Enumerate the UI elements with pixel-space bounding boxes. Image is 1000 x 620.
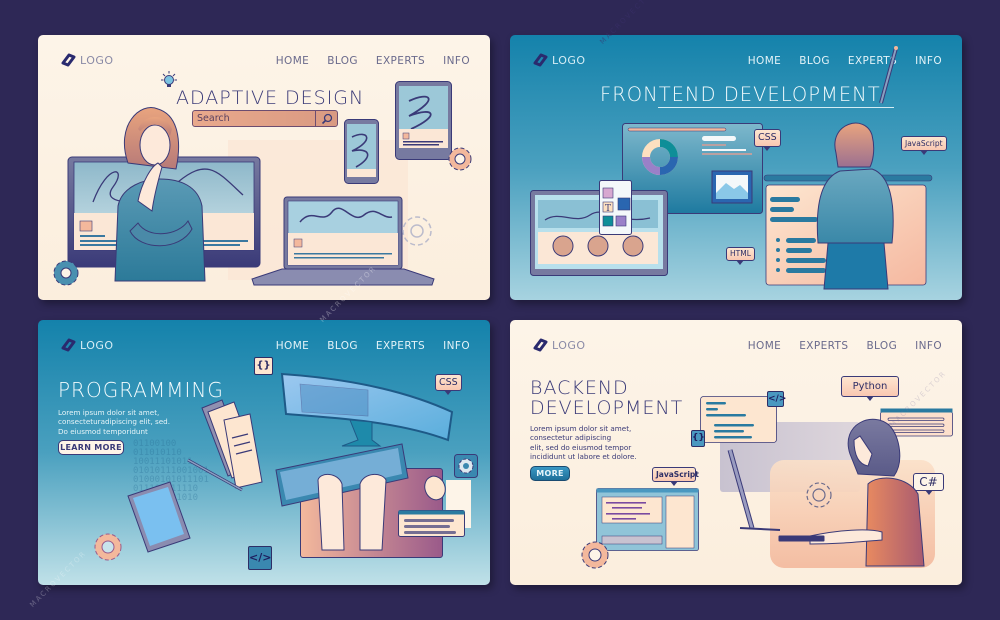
gear-icon (53, 260, 79, 286)
intro-line: incididunt ut labore et dolore. (530, 451, 637, 461)
nav-blog[interactable]: BLOG (327, 340, 358, 352)
pencil-icon (187, 458, 243, 492)
code-window (398, 510, 465, 537)
logo-icon (533, 338, 548, 352)
title-underline (658, 107, 894, 108)
nav-info[interactable]: INFO (443, 340, 470, 352)
nav-menu: HOME BLOG EXPERTS INFO (748, 55, 942, 67)
woman-coding-illustration (809, 418, 925, 567)
search-bar (192, 110, 338, 127)
smartphone (344, 119, 379, 184)
nav-home[interactable]: HOME (748, 55, 781, 67)
nav-menu: HOME BLOG EXPERTS INFO (276, 55, 470, 67)
nav-home[interactable]: HOME (748, 340, 781, 352)
logo-icon (61, 53, 76, 67)
logo-text: LOGO (80, 338, 114, 352)
nav-blog[interactable]: BLOG (799, 55, 830, 67)
panel-programming: LOGO HOME BLOG EXPERTS INFO PROGRAMMING … (38, 320, 490, 585)
monitor-stand (727, 449, 781, 531)
braces-tag: {} (691, 430, 705, 447)
intro-text: Lorem ipsum dolor sit amet, consectetur … (530, 424, 637, 461)
nav-home[interactable]: HOME (276, 340, 309, 352)
javascript-tag: JavaScript (652, 467, 699, 486)
panel-backend-development: LOGO HOME EXPERTS BLOG INFO BACKEND DEVE… (510, 320, 962, 585)
nav-home[interactable]: HOME (276, 55, 309, 67)
title-line: DEVELOPMENT (530, 397, 684, 419)
javascript-tag: JavaScript (901, 136, 947, 155)
gear-icon (94, 533, 122, 561)
logo[interactable]: LOGO (532, 53, 586, 67)
nav-blog[interactable]: BLOG (327, 55, 358, 67)
pencil-icon (879, 46, 898, 104)
intro-text: Lorem ipsum dolor sit amet, consectetura… (58, 408, 170, 436)
html-tag: HTML (726, 247, 755, 265)
keyboard (778, 535, 825, 542)
code-tag: </> (248, 546, 272, 570)
learn-more-button[interactable]: LEARN MORE (58, 440, 124, 455)
search-icon (321, 113, 333, 125)
logo-text: LOGO (80, 53, 114, 67)
title-line: BACKEND (530, 377, 629, 399)
woman-thinking-illustration (114, 107, 206, 282)
search-input[interactable] (197, 112, 312, 125)
braces-tag: {} (254, 357, 273, 375)
nav-experts[interactable]: EXPERTS (376, 340, 425, 352)
nav-experts[interactable]: EXPERTS (376, 55, 425, 67)
nav-info[interactable]: INFO (915, 340, 942, 352)
gear-icon (454, 454, 478, 478)
nav-menu: HOME EXPERTS BLOG INFO (748, 340, 942, 352)
logo[interactable]: LOGO (60, 338, 114, 352)
computer-mouse (424, 475, 446, 501)
intro-line: Do eiusmod temporidunt (58, 426, 148, 436)
tablet-device (127, 481, 191, 553)
nav-info[interactable]: INFO (915, 55, 942, 67)
logo-text: LOGO (552, 338, 586, 352)
gear-icon (448, 147, 472, 171)
intro-line: consectetur adipiscing (530, 433, 612, 443)
intro-line: consecteturadipiscing elit, sed. (58, 417, 171, 427)
logo[interactable]: LOGO (60, 53, 114, 67)
woman-back-illustration (816, 122, 894, 290)
nav-blog[interactable]: BLOG (866, 340, 897, 352)
page-title: FRONTEND DEVELOPMENT (600, 83, 881, 106)
gear-outline-icon (402, 216, 432, 246)
python-tag: Python (841, 376, 899, 401)
panel-frontend-development: LOGO HOME BLOG EXPERTS INFO FRONTEND DEV… (510, 35, 962, 300)
logo-text: LOGO (552, 53, 586, 67)
more-button[interactable]: MORE (530, 466, 570, 481)
gear-outline-icon (806, 482, 832, 508)
css-tag: CSS (754, 129, 781, 151)
logo[interactable]: LOGO (532, 338, 586, 352)
typing-hands (317, 474, 387, 551)
tool-palette: T (599, 180, 632, 235)
search-button[interactable] (315, 111, 337, 126)
svg-text:T: T (605, 204, 611, 214)
panel-adaptive-design: LOGO HOME BLOG EXPERTS INFO ADAPTIVE DES… (38, 35, 490, 300)
nav-menu: HOME BLOG EXPERTS INFO (276, 340, 470, 352)
code-tag: </> (767, 391, 786, 407)
tablet-device (395, 81, 452, 160)
nav-info[interactable]: INFO (443, 55, 470, 67)
intro-line: Lorem ipsum dolor sit amet, (530, 424, 632, 433)
logo-icon (61, 338, 76, 352)
page-title: BACKEND DEVELOPMENT (530, 378, 683, 418)
nav-experts[interactable]: EXPERTS (799, 340, 848, 352)
logo-icon (533, 53, 548, 67)
gear-icon (581, 541, 609, 569)
intro-line: Lorem ipsum dolor sit amet, (58, 408, 160, 417)
intro-line: elit, sed do eiusmod tempor (530, 442, 632, 452)
